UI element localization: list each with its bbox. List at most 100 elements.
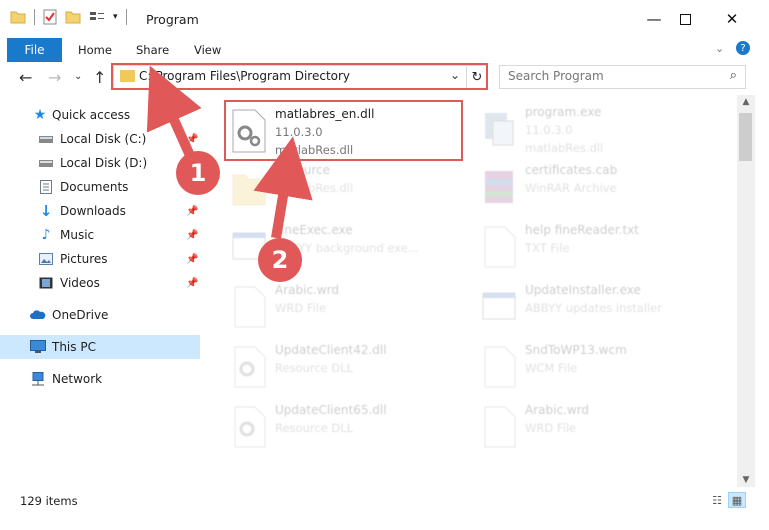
network-icon bbox=[30, 371, 46, 387]
search-icon[interactable]: ⌕ bbox=[730, 68, 737, 83]
scroll-down-icon[interactable]: ▼ bbox=[737, 473, 755, 487]
sidebar-item-videos[interactable]: Videos 📌 bbox=[0, 271, 200, 295]
large-icons-view-icon[interactable]: ▦ bbox=[728, 492, 746, 508]
drive-icon bbox=[38, 131, 54, 147]
sidebar-item-label: Local Disk (C:) bbox=[60, 132, 147, 146]
pin-icon[interactable]: 📌 bbox=[186, 134, 198, 145]
view-toggle-icon[interactable] bbox=[89, 10, 105, 24]
sidebar-item-onedrive[interactable]: OneDrive bbox=[0, 303, 200, 327]
step-1-callout: 1 bbox=[176, 151, 220, 195]
folder-icon[interactable] bbox=[10, 10, 26, 24]
file-name: UpdateClient65.dll bbox=[275, 403, 387, 417]
file-item[interactable]: program.exe 11.0.3.0 matlabRes.dll bbox=[477, 101, 717, 157]
videos-icon bbox=[38, 275, 54, 291]
music-icon: ♪ bbox=[41, 227, 51, 243]
sidebar-item-pictures[interactable]: Pictures 📌 bbox=[0, 247, 200, 271]
sidebar-item-quick-access[interactable]: ★ Quick access bbox=[0, 103, 200, 127]
file-description: matlabRes.dll bbox=[525, 141, 604, 155]
star-icon: ★ bbox=[33, 107, 47, 123]
item-count: 129 items bbox=[20, 494, 78, 508]
sidebar-item-downloads[interactable]: ↓ Downloads 📌 bbox=[0, 199, 200, 223]
back-arrow-icon[interactable]: ← bbox=[19, 68, 32, 87]
sidebar-item-local-disk-d[interactable]: Local Disk (D:) 📌 bbox=[0, 151, 200, 175]
file-type: TXT File bbox=[525, 241, 570, 255]
file-item[interactable]: UpdateClient42.dll Resource DLL bbox=[227, 339, 467, 395]
step-2-callout: 2 bbox=[258, 238, 302, 282]
dll-file-icon bbox=[234, 346, 266, 388]
sidebar-item-label: Local Disk (D:) bbox=[60, 156, 148, 170]
file-name: certificates.cab bbox=[525, 163, 618, 177]
download-icon: ↓ bbox=[39, 202, 53, 220]
sidebar-item-label: Pictures bbox=[60, 252, 108, 266]
sidebar-item-this-pc[interactable]: This PC bbox=[0, 335, 200, 359]
file-item[interactable]: SndToWP13.wcm WCM File bbox=[477, 339, 717, 395]
search-placeholder: Search Program bbox=[508, 69, 604, 83]
recent-locations-icon[interactable]: ⌄ bbox=[74, 71, 82, 82]
details-view-icon[interactable]: ☷ bbox=[709, 493, 725, 507]
file-name: SndToWP13.wcm bbox=[525, 343, 627, 357]
pictures-icon bbox=[38, 251, 54, 267]
file-item[interactable]: help fineReader.txt TXT File bbox=[477, 219, 717, 275]
sidebar-item-label: Quick access bbox=[52, 108, 131, 122]
sidebar-item-music[interactable]: ♪ Music 📌 bbox=[0, 223, 200, 247]
file-name: help fineReader.txt bbox=[525, 223, 639, 237]
new-folder-icon[interactable] bbox=[65, 10, 81, 24]
file-type: WRD File bbox=[275, 301, 327, 315]
file-item[interactable]: Arabic.wrd WRD File bbox=[477, 399, 717, 455]
vertical-scrollbar[interactable]: ▲ ▼ bbox=[737, 95, 755, 487]
file-type: Resource DLL bbox=[275, 361, 354, 375]
file-type: Resource DLL bbox=[275, 421, 354, 435]
file-type: WRD File bbox=[525, 421, 577, 435]
file-item[interactable]: certificates.cab WinRAR Archive bbox=[477, 159, 717, 215]
forward-arrow-icon[interactable]: → bbox=[48, 68, 61, 87]
folder-item[interactable]: Resource matlabRes.dll bbox=[227, 159, 467, 215]
file-type: matlabRes.dll bbox=[275, 181, 354, 195]
sidebar-item-label: Downloads bbox=[60, 204, 126, 218]
file-highlight-box bbox=[224, 100, 463, 161]
file-name: FineExec.exe bbox=[275, 223, 353, 237]
search-input[interactable]: Search Program ⌕ bbox=[499, 65, 746, 89]
properties-icon[interactable] bbox=[43, 9, 57, 25]
status-bar: 129 items ☷ ▦ bbox=[0, 489, 769, 530]
file-name: UpdateClient42.dll bbox=[275, 343, 387, 357]
file-item[interactable]: Arabic.wrd WRD File bbox=[227, 279, 467, 335]
pin-icon[interactable]: 📌 bbox=[186, 278, 198, 289]
pin-icon[interactable]: 📌 bbox=[186, 206, 198, 217]
tab-home[interactable]: Home bbox=[78, 38, 112, 62]
window-title: Program bbox=[146, 12, 199, 27]
sidebar-item-documents[interactable]: Documents 📌 bbox=[0, 175, 200, 199]
file-name: program.exe bbox=[525, 105, 602, 119]
title-bar: ▾ Program — ✕ bbox=[0, 0, 769, 39]
close-icon[interactable]: ✕ bbox=[709, 0, 755, 38]
file-type: ABBYY updates installer bbox=[525, 301, 663, 315]
exe-file-icon bbox=[482, 292, 516, 320]
ribbon-tabs: File Home Share View ⌄ ? bbox=[0, 38, 769, 63]
file-item[interactable]: UpdateClient65.dll Resource DLL bbox=[227, 399, 467, 455]
generic-file-icon bbox=[484, 406, 516, 448]
exe-file-icon bbox=[485, 113, 514, 146]
tab-view[interactable]: View bbox=[194, 38, 221, 62]
chevron-down-icon[interactable]: ⌄ bbox=[715, 42, 724, 55]
file-name: Arabic.wrd bbox=[275, 283, 340, 297]
up-arrow-icon[interactable]: ↑ bbox=[93, 68, 106, 87]
file-type: WCM File bbox=[525, 361, 578, 375]
quick-access-toolbar: ▾ bbox=[10, 9, 127, 25]
pin-icon[interactable]: 📌 bbox=[186, 254, 198, 265]
sidebar-item-network[interactable]: Network bbox=[0, 367, 200, 391]
file-type: WinRAR Archive bbox=[525, 181, 617, 195]
maximize-icon[interactable] bbox=[662, 0, 708, 38]
help-icon[interactable]: ? bbox=[736, 41, 750, 55]
file-item[interactable]: UpdateInstaller.exe ABBYY updates instal… bbox=[477, 279, 717, 335]
file-version: 11.0.3.0 bbox=[525, 123, 573, 137]
dll-file-icon bbox=[234, 406, 266, 448]
sidebar-item-label: Videos bbox=[60, 276, 100, 290]
sidebar-item-label: Network bbox=[52, 372, 103, 386]
tab-share[interactable]: Share bbox=[136, 38, 169, 62]
scroll-thumb[interactable] bbox=[739, 113, 752, 161]
documents-icon bbox=[38, 179, 54, 195]
pin-icon[interactable]: 📌 bbox=[186, 230, 198, 241]
qat-dropdown-icon[interactable]: ▾ bbox=[113, 12, 118, 22]
sidebar-item-local-disk-c[interactable]: Local Disk (C:) 📌 bbox=[0, 127, 200, 151]
tab-file[interactable]: File bbox=[7, 38, 62, 62]
scroll-up-icon[interactable]: ▲ bbox=[737, 95, 755, 109]
